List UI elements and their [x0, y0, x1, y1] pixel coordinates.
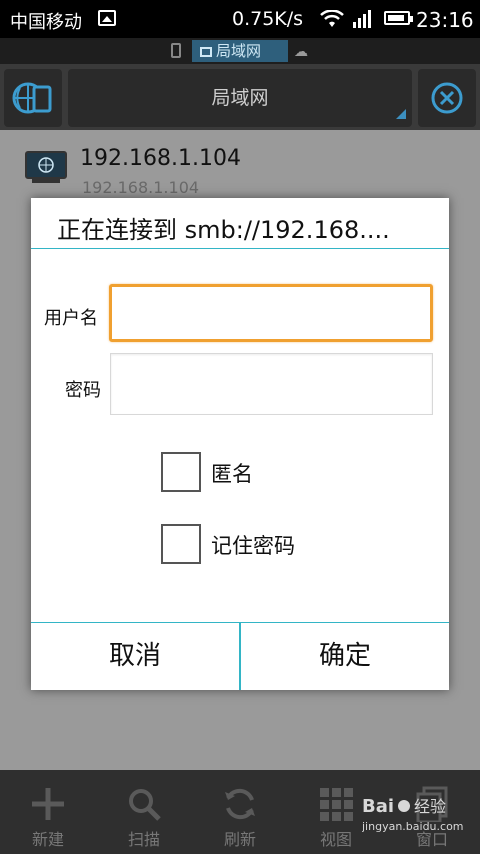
toolbar-title[interactable]: 局域网 — [68, 69, 412, 127]
password-label: 密码 — [65, 380, 101, 401]
magnifier-icon — [129, 789, 161, 821]
image-notification-icon — [98, 10, 116, 26]
refresh-label: 刷新 — [223, 830, 256, 849]
status-bar: 中国移动 0.75K/s 23:16 — [0, 0, 480, 38]
scan-label: 扫描 — [127, 830, 160, 849]
globe-phone-icon — [12, 82, 52, 114]
anonymous-label[interactable]: 匿名 — [211, 458, 253, 488]
location-label: 局域网 — [216, 42, 262, 60]
grid-view-icon — [320, 788, 353, 821]
new-button[interactable]: 新建 — [0, 770, 96, 854]
svg-text:经验: 经验 — [414, 797, 446, 816]
refresh-icon — [225, 788, 255, 820]
signal-icon — [353, 10, 371, 28]
location-bar: 局域网 ☁ — [0, 38, 480, 64]
remember-password-label[interactable]: 记住密码 — [211, 530, 295, 560]
device-ip: 192.168.1.104 — [80, 146, 241, 171]
battery-icon — [384, 11, 413, 25]
username-input[interactable] — [112, 287, 430, 339]
scan-button[interactable]: 扫描 — [96, 770, 192, 854]
list-item[interactable]: 192.168.1.104 192.168.1.104 — [0, 130, 480, 197]
network-device-button[interactable] — [4, 69, 62, 127]
login-dialog: 正在连接到 smb://192.168.... 用户名 密码 匿名 记住密码 取… — [31, 198, 449, 690]
lan-icon — [200, 47, 212, 57]
carrier-name: 中国移动 — [10, 12, 82, 33]
toolbar: 局域网 — [0, 64, 480, 130]
username-label: 用户名 — [44, 308, 98, 329]
network-speed: 0.75K/s — [232, 8, 304, 30]
wifi-icon — [320, 10, 344, 27]
phone-storage-icon[interactable] — [171, 43, 181, 58]
remember-password-checkbox[interactable] — [161, 524, 201, 564]
refresh-button[interactable]: 刷新 — [192, 770, 288, 854]
password-field[interactable] — [110, 353, 433, 415]
username-field[interactable] — [109, 284, 433, 342]
dropdown-corner-icon — [396, 109, 406, 119]
ok-button[interactable]: 确定 — [241, 623, 449, 690]
svg-text:Bai: Bai — [362, 796, 394, 817]
clock: 23:16 — [416, 8, 474, 32]
cloud-icon[interactable]: ☁ — [294, 44, 308, 60]
device-ip-subtitle: 192.168.1.104 — [82, 178, 200, 197]
title-divider — [31, 248, 449, 249]
anonymous-checkbox[interactable] — [161, 452, 201, 492]
new-label: 新建 — [31, 830, 64, 849]
computer-icon — [25, 151, 67, 183]
svg-text:jingyan.baidu.com: jingyan.baidu.com — [362, 820, 464, 833]
close-button[interactable] — [418, 69, 476, 127]
close-circle-icon — [431, 82, 463, 114]
plus-icon — [32, 788, 64, 820]
location-current[interactable]: 局域网 — [192, 40, 288, 62]
cancel-button[interactable]: 取消 — [31, 623, 239, 690]
toolbar-title-label: 局域网 — [211, 87, 269, 109]
dialog-title: 正在连接到 smb://192.168.... — [57, 216, 390, 244]
password-input[interactable] — [111, 354, 432, 414]
baidu-jingyan-watermark: Bai 经验 jingyan.baidu.com — [362, 796, 464, 833]
